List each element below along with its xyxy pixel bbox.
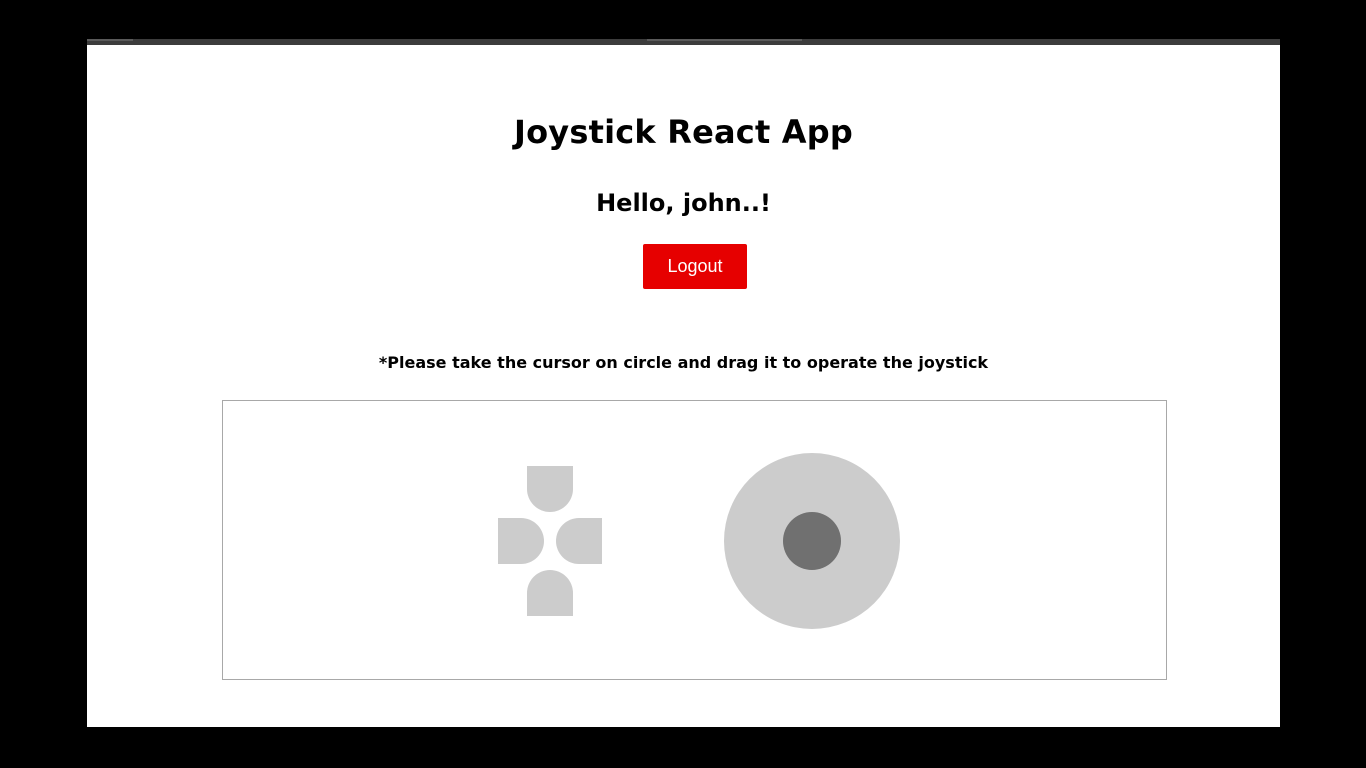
window-top-bar — [87, 39, 1280, 45]
app-window: Joystick React App Hello, john..! Logout… — [87, 39, 1280, 727]
joystick-base — [724, 453, 900, 629]
page-title: Joystick React App — [514, 113, 853, 151]
top-bar-segment — [87, 39, 133, 41]
dpad-up-icon[interactable] — [527, 466, 573, 512]
greeting-text: Hello, john..! — [596, 189, 771, 217]
instruction-text: *Please take the cursor on circle and dr… — [378, 353, 989, 372]
top-bar-segment — [647, 39, 802, 41]
dpad-down-icon[interactable] — [527, 570, 573, 616]
dpad-left-icon[interactable] — [498, 518, 544, 564]
joystick-control-area — [222, 400, 1167, 680]
logout-button[interactable]: Logout — [643, 244, 747, 289]
dpad-right-icon[interactable] — [556, 518, 602, 564]
joystick-knob[interactable] — [783, 512, 841, 570]
